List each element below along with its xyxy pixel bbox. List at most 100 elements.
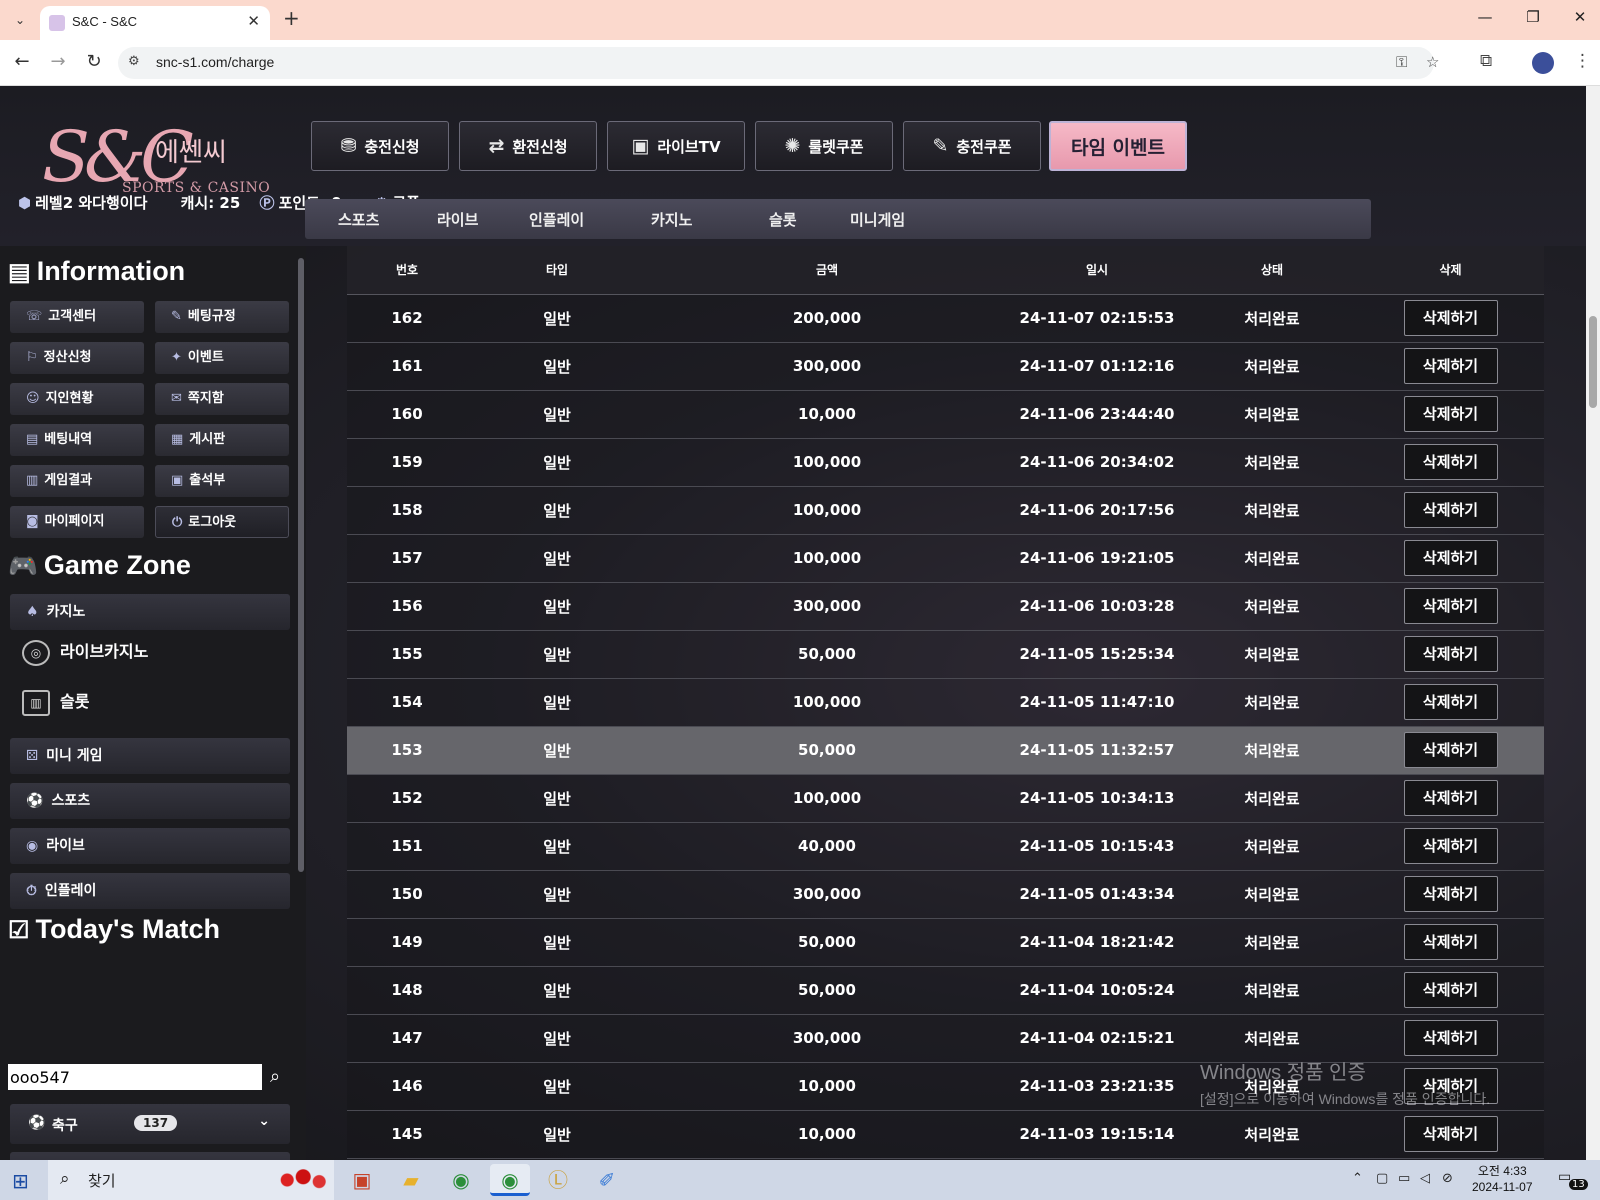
mute-icon[interactable]: ⊘ (1442, 1171, 1453, 1186)
row-type: 일반 (467, 918, 647, 967)
taskbar-clock[interactable]: 오전 4:33 2024-11-07 (1472, 1163, 1533, 1195)
delete-button[interactable]: 삭제하기 (1403, 348, 1498, 384)
betting-rules-button[interactable]: ✎ 베팅규정 (155, 301, 289, 333)
tray-app-icon[interactable]: ▢ (1376, 1171, 1388, 1186)
network-icon[interactable]: ▭ (1398, 1171, 1410, 1186)
attendance-button[interactable]: ▣ 출석부 (155, 465, 289, 497)
row-amount: 300,000 (647, 870, 1007, 919)
exchange-request-button[interactable]: ⇄ 환전신청 (459, 121, 597, 171)
clock-date: 2024-11-07 (1472, 1180, 1533, 1194)
nav-inplay[interactable]: 인플레이 (529, 209, 584, 230)
chrome-active-icon[interactable]: ◉ (490, 1164, 530, 1196)
delete-button[interactable]: 삭제하기 (1403, 588, 1498, 624)
browser-tab[interactable]: S&C - S&C ✕ (40, 6, 270, 40)
nav-slot[interactable]: 슬롯 (769, 209, 797, 230)
settlement-request-button[interactable]: ⚐ 정산신청 (10, 342, 144, 374)
logout-button[interactable]: ⏻ 로그아웃 (155, 506, 289, 538)
charge-coupon-button[interactable]: ✎ 충전쿠폰 (903, 121, 1041, 171)
restore-icon[interactable]: ❐ (1518, 8, 1548, 26)
file-explorer-icon[interactable]: ▰ (391, 1164, 431, 1196)
star-icon[interactable]: ☆ (1426, 53, 1439, 71)
windows-start-icon[interactable]: ⊞ (12, 1169, 29, 1193)
paint-icon[interactable]: ✐ (587, 1164, 627, 1196)
page-scrollbar-thumb[interactable] (1589, 316, 1597, 408)
friends-status-button[interactable]: ☺ 지인현황 (10, 383, 144, 415)
messages-button[interactable]: ✉ 쪽지함 (155, 383, 289, 415)
delete-button[interactable]: 삭제하기 (1403, 972, 1498, 1008)
nav-mini-game[interactable]: 미니게임 (850, 209, 905, 230)
table-row: 154 일반 100,000 24-11-05 11:47:10 처리완료 삭제하기 (347, 678, 1544, 727)
tab-list-icon[interactable]: ⌄ (8, 8, 32, 32)
delete-button[interactable]: 삭제하기 (1403, 300, 1498, 336)
delete-button[interactable]: 삭제하기 (1403, 636, 1498, 672)
delete-button[interactable]: 삭제하기 (1403, 876, 1498, 912)
row-type: 일반 (467, 534, 647, 583)
extensions-icon[interactable]: ⧉ (1480, 51, 1492, 71)
forward-icon[interactable]: → (46, 51, 70, 72)
time-event-button[interactable]: 타임 이벤트 (1049, 121, 1187, 171)
table-row: 145 일반 10,000 24-11-03 19:15:14 처리완료 삭제하기 (347, 1110, 1544, 1159)
profile-icon[interactable] (1532, 52, 1554, 74)
volume-icon[interactable]: ◁ (1420, 1171, 1430, 1186)
customer-center-button[interactable]: ☏ 고객센터 (10, 301, 144, 333)
row-delete-cell: 삭제하기 (1357, 294, 1544, 343)
delete-button[interactable]: 삭제하기 (1403, 780, 1498, 816)
game-result-button[interactable]: ▥ 게임결과 (10, 465, 144, 497)
roulette-coupon-button[interactable]: ✺ 룰렛쿠폰 (755, 121, 893, 171)
betting-history-button[interactable]: ▤ 베팅내역 (10, 424, 144, 456)
menu-label: 스포츠 (51, 793, 91, 809)
delete-button[interactable]: 삭제하기 (1403, 828, 1498, 864)
match-search-input[interactable] (8, 1064, 262, 1090)
live-menu[interactable]: ◉ 라이브 (10, 828, 290, 864)
delete-button[interactable]: 삭제하기 (1403, 684, 1498, 720)
nav-casino[interactable]: 카지노 (651, 209, 692, 230)
reload-icon[interactable]: ↻ (82, 51, 106, 72)
page-scrollbar[interactable] (1586, 86, 1600, 1160)
user-level[interactable]: ⬢ 레벨2 와다행이다 (18, 194, 161, 212)
tray-chevron-icon[interactable]: ⌃ (1352, 1171, 1363, 1186)
delete-button[interactable]: 삭제하기 (1403, 924, 1498, 960)
board-button[interactable]: ▦ 게시판 (155, 424, 289, 456)
mypage-button[interactable]: ◙ 마이페이지 (10, 506, 144, 538)
minimize-icon[interactable]: — (1470, 8, 1500, 26)
charge-request-button[interactable]: ⛃ 충전신청 (311, 121, 449, 171)
sport-basketball[interactable]: ◍ 농구 76 ⌄ (10, 1152, 290, 1160)
site-info-icon[interactable]: ⚙ (128, 54, 140, 69)
delete-button[interactable]: 삭제하기 (1403, 396, 1498, 432)
delete-button[interactable]: 삭제하기 (1403, 444, 1498, 480)
key-icon[interactable]: ⚿ (1396, 53, 1407, 71)
more-icon[interactable]: ⋮ (1574, 51, 1591, 71)
row-number: 157 (347, 534, 467, 583)
chrome-icon[interactable]: ◉ (441, 1164, 481, 1196)
row-number: 148 (347, 966, 467, 1015)
window-close-icon[interactable]: ✕ (1565, 8, 1595, 26)
sport-soccer[interactable]: ⚽ 축구 137 ⌄ (10, 1104, 290, 1144)
mini-game-menu[interactable]: ⚄ 미니 게임 (10, 738, 290, 774)
delete-button[interactable]: 삭제하기 (1403, 492, 1498, 528)
plus-icon[interactable]: + (283, 6, 300, 30)
chevron-down-icon[interactable]: ⌄ (258, 1113, 270, 1129)
league-icon[interactable]: Ⓛ (538, 1164, 578, 1196)
sports-menu[interactable]: ⚽ 스포츠 (10, 783, 290, 819)
live-tv-button[interactable]: ▣ 라이브TV (607, 121, 745, 171)
slot-menu[interactable]: ▥ 슬롯 (22, 688, 89, 716)
row-amount: 100,000 (647, 774, 1007, 823)
delete-button[interactable]: 삭제하기 (1403, 1116, 1498, 1152)
address-bar[interactable]: ⚙ snc-s1.com/charge ⚿ ☆ (118, 47, 1439, 79)
delete-button[interactable]: 삭제하기 (1403, 732, 1498, 768)
delete-button[interactable]: 삭제하기 (1403, 540, 1498, 576)
close-icon[interactable]: ✕ (247, 12, 260, 30)
casino-menu[interactable]: ♠ 카지노 (10, 594, 290, 630)
event-button[interactable]: ✦ 이벤트 (155, 342, 289, 374)
search-icon[interactable]: ⌕ (270, 1066, 280, 1087)
powerpoint-icon[interactable]: ▣ (342, 1164, 382, 1196)
row-datetime: 24-11-05 10:34:13 (1007, 774, 1187, 823)
nav-live[interactable]: 라이브 (437, 209, 478, 230)
live-casino-menu[interactable]: ◎ 라이브카지노 (22, 638, 148, 666)
inplay-menu[interactable]: ⏱ 인플레이 (10, 873, 290, 909)
back-icon[interactable]: ← (10, 51, 34, 72)
nav-sports[interactable]: 스포츠 (338, 209, 379, 230)
delete-button[interactable]: 삭제하기 (1403, 1020, 1498, 1056)
sidebar-scrollbar[interactable] (298, 258, 304, 872)
url-text[interactable]: snc-s1.com/charge (156, 54, 274, 70)
